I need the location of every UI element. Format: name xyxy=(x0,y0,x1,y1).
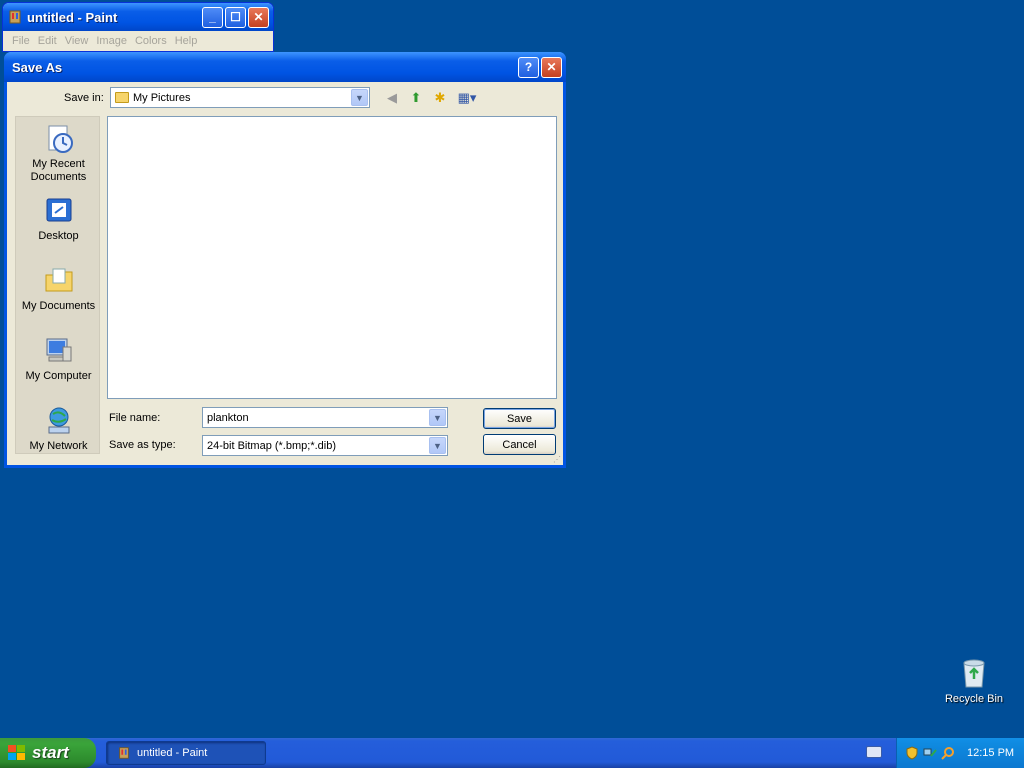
places-bar: My Recent Documents Desktop My Documents xyxy=(15,116,100,454)
up-folder-button[interactable]: ⬆ xyxy=(407,89,425,107)
paint-window-title: untitled - Paint xyxy=(27,9,118,25)
paint-window: untitled - Paint _ ☐ ✕ File Edit View Im… xyxy=(2,2,274,52)
file-name-field[interactable]: ▼ xyxy=(202,407,448,428)
menu-colors[interactable]: Colors xyxy=(132,35,170,47)
up-folder-icon: ⬆ xyxy=(410,90,422,105)
close-button[interactable]: ✕ xyxy=(248,6,269,28)
recycle-bin-icon xyxy=(963,659,985,688)
save-as-type-value: 24-bit Bitmap (*.bmp;*.dib) xyxy=(207,439,336,452)
chevron-down-icon[interactable]: ▼ xyxy=(429,409,446,426)
start-button[interactable]: start xyxy=(0,738,96,768)
dialog-title: Save As xyxy=(12,59,63,75)
minimize-button[interactable]: _ xyxy=(202,6,223,28)
place-label: My Documents xyxy=(21,300,96,312)
minimize-icon: _ xyxy=(209,10,216,24)
my-network-icon xyxy=(48,407,69,434)
dialog-close-button[interactable]: ✕ xyxy=(541,56,562,78)
folder-icon xyxy=(115,92,129,103)
menu-view[interactable]: View xyxy=(62,35,92,47)
back-arrow-icon: ◀ xyxy=(387,90,397,105)
place-my-network[interactable]: My Network xyxy=(16,405,101,453)
recycle-bin-label: Recycle Bin xyxy=(944,693,1004,705)
file-name-input[interactable] xyxy=(207,411,427,424)
my-documents-icon xyxy=(45,268,72,292)
cancel-button[interactable]: Cancel xyxy=(483,434,556,455)
place-label: My Recent xyxy=(32,158,85,170)
file-name-label: File name: xyxy=(109,412,161,424)
taskbar: start untitled - Paint 12:15 PM xyxy=(0,738,1024,768)
place-desktop[interactable]: Desktop xyxy=(16,195,101,243)
chevron-down-icon[interactable]: ▼ xyxy=(351,89,368,106)
place-my-documents[interactable]: My Documents xyxy=(16,265,101,313)
maximize-button[interactable]: ☐ xyxy=(225,6,246,28)
views-menu-button[interactable]: ▦▾ xyxy=(455,89,479,107)
menu-edit[interactable]: Edit xyxy=(35,35,60,47)
menu-file[interactable]: File xyxy=(9,35,33,47)
views-icon: ▦▾ xyxy=(457,90,477,105)
save-in-value: My Pictures xyxy=(133,91,191,104)
place-my-computer[interactable]: My Computer xyxy=(16,335,101,383)
save-as-dialog: Save As ? ✕ Save in: My Pictures ▼ ◀ ⬆ ✱… xyxy=(4,52,566,468)
system-tray: 12:15 PM xyxy=(896,738,1024,768)
place-label: My Network xyxy=(29,440,88,452)
save-button[interactable]: Save xyxy=(483,408,556,429)
place-label: Desktop xyxy=(38,230,79,242)
taskbar-item-paint[interactable]: untitled - Paint xyxy=(106,741,266,765)
back-button[interactable]: ◀ xyxy=(383,89,401,107)
place-my-recent-documents[interactable]: My Recent Documents xyxy=(16,123,101,184)
paint-app-icon xyxy=(119,747,129,759)
place-label: My Computer xyxy=(25,370,92,382)
resize-grip-icon[interactable]: ⋰ xyxy=(553,455,563,465)
desktop-icon xyxy=(46,198,71,222)
paint-menubar: File Edit View Image Colors Help xyxy=(3,31,273,51)
paint-app-icon xyxy=(9,10,21,24)
dialog-titlebar[interactable]: Save As ? ✕ xyxy=(4,52,566,82)
chevron-down-icon[interactable]: ▼ xyxy=(429,437,446,454)
menu-image[interactable]: Image xyxy=(93,35,130,47)
help-icon: ? xyxy=(524,60,533,74)
security-shield-icon[interactable] xyxy=(905,746,919,760)
paint-titlebar[interactable]: untitled - Paint _ ☐ ✕ xyxy=(3,3,273,31)
new-folder-icon: ✱ xyxy=(434,90,446,105)
keyboard-language-icon[interactable] xyxy=(866,746,882,758)
save-in-label: Save in: xyxy=(64,92,104,104)
save-as-type-dropdown[interactable]: 24-bit Bitmap (*.bmp;*.dib) ▼ xyxy=(202,435,448,456)
recycle-bin-desktop-icon[interactable]: Recycle Bin xyxy=(940,655,1008,705)
maximize-icon: ☐ xyxy=(230,10,241,24)
windows-flag-icon xyxy=(8,745,25,760)
start-label: start xyxy=(32,743,69,762)
save-as-type-label: Save as type: xyxy=(109,439,176,451)
file-list-view[interactable] xyxy=(107,116,557,399)
new-folder-button[interactable]: ✱ xyxy=(431,89,449,107)
recent-documents-icon xyxy=(48,125,73,153)
close-icon: ✕ xyxy=(253,10,264,24)
help-button[interactable]: ? xyxy=(518,56,539,78)
clock[interactable]: 12:15 PM xyxy=(967,747,1014,759)
place-label-2: Documents xyxy=(30,171,87,183)
taskbar-item-label: untitled - Paint xyxy=(137,747,208,759)
search-icon[interactable] xyxy=(941,746,955,760)
dialog-toolbar: ◀ ⬆ ✱ ▦▾ xyxy=(383,89,479,107)
save-in-dropdown[interactable]: My Pictures ▼ xyxy=(110,87,370,108)
close-icon: ✕ xyxy=(546,60,557,74)
network-connection-icon[interactable] xyxy=(923,746,937,760)
menu-help[interactable]: Help xyxy=(172,35,201,47)
my-computer-icon xyxy=(46,338,71,362)
